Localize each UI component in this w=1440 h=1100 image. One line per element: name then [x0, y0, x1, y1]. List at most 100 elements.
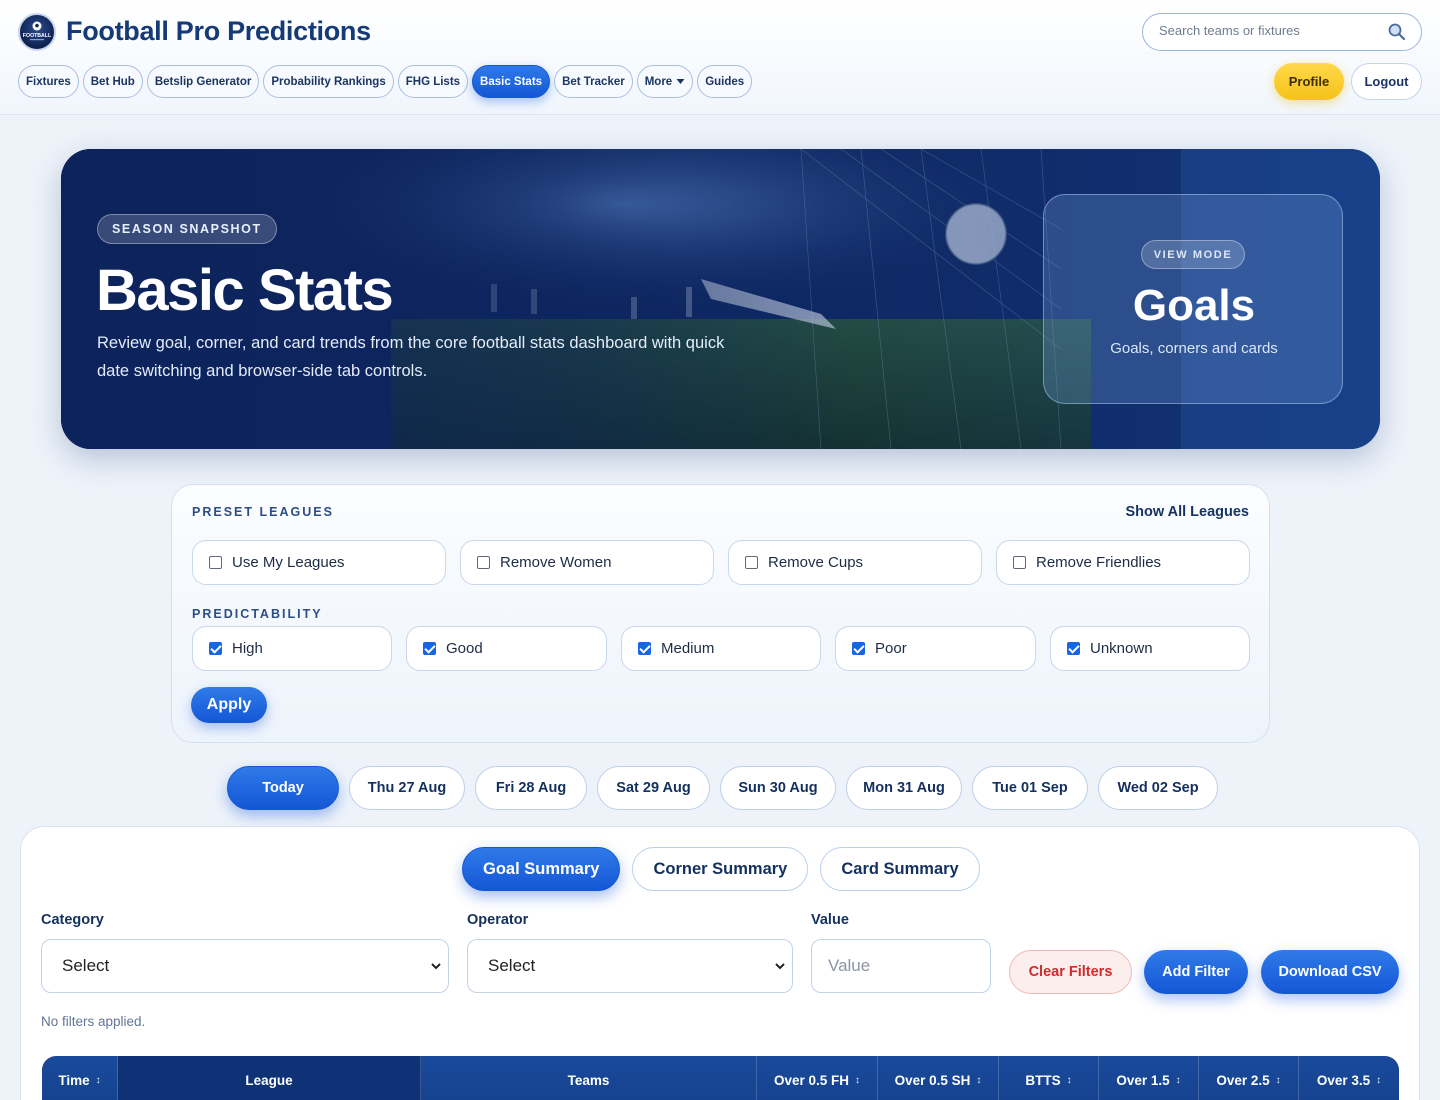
- checkbox-icon[interactable]: [745, 556, 758, 569]
- search-box[interactable]: [1142, 13, 1422, 51]
- tab-card-summary[interactable]: Card Summary: [820, 847, 980, 891]
- column-label: Over 1.5: [1116, 1072, 1170, 1088]
- sort-icon[interactable]: ↕: [976, 1075, 981, 1086]
- checkbox-remove-women[interactable]: Remove Women: [460, 540, 714, 585]
- nav-label: More: [644, 75, 673, 88]
- profile-button[interactable]: Profile: [1274, 63, 1344, 100]
- checkbox-icon[interactable]: [209, 556, 222, 569]
- add-filter-button[interactable]: Add Filter: [1144, 950, 1248, 994]
- chevron-down-icon: [775, 963, 785, 970]
- column-label: Over 0.5 FH: [773, 1072, 850, 1088]
- checkbox-label: Medium: [661, 640, 715, 657]
- nav-betslip-generator[interactable]: Betslip Generator: [146, 65, 260, 98]
- column-header-over-15[interactable]: Over 1.5 ↕: [1099, 1056, 1199, 1100]
- operator-select[interactable]: Select: [467, 939, 793, 993]
- predictability-label: PREDICTABILITY: [192, 607, 323, 621]
- column-header-teams[interactable]: Teams: [421, 1056, 757, 1100]
- checkbox-use-my-leagues[interactable]: Use My Leagues: [192, 540, 446, 585]
- column-label: Over 3.5: [1316, 1072, 1371, 1088]
- checkbox-label: Poor: [875, 640, 907, 657]
- column-header-league[interactable]: League: [118, 1056, 421, 1100]
- column-header-over-25[interactable]: Over 2.5 ↕: [1199, 1056, 1299, 1100]
- brand-title[interactable]: Football Pro Predictions: [66, 16, 371, 47]
- main-nav: Fixtures Bet Hub Betslip Generator Proba…: [18, 65, 753, 98]
- view-mode-chip: VIEW MODE: [1141, 240, 1245, 269]
- nav-label: FHG Lists: [405, 75, 461, 88]
- nav-basic-stats[interactable]: Basic Stats: [472, 65, 551, 98]
- checkbox-checked-icon[interactable]: [209, 642, 222, 655]
- value-input[interactable]: [811, 939, 991, 993]
- svg-text:FOOTBALL: FOOTBALL: [23, 33, 52, 39]
- checkbox-poor[interactable]: Poor: [835, 626, 1036, 671]
- nav-guides[interactable]: Guides: [697, 65, 753, 98]
- nav-label: Guides: [705, 75, 745, 88]
- checkbox-checked-icon[interactable]: [638, 642, 651, 655]
- stats-card: Goal Summary Corner Summary Card Summary…: [20, 826, 1420, 1100]
- league-filter-panel: PRESET LEAGUES Show All Leagues Use My L…: [171, 484, 1270, 743]
- checkbox-unknown[interactable]: Unknown: [1050, 626, 1250, 671]
- checkbox-label: High: [232, 640, 263, 657]
- nav-bet-hub[interactable]: Bet Hub: [82, 65, 143, 98]
- caret-down-icon: [676, 79, 685, 84]
- checkbox-label: Good: [446, 640, 483, 657]
- search-icon[interactable]: [1387, 22, 1407, 42]
- football-logo-icon: FOOTBALL: [23, 21, 52, 41]
- sort-icon[interactable]: ↕: [1067, 1075, 1072, 1086]
- date-tab-mon-31-aug[interactable]: Mon 31 Aug: [846, 766, 962, 810]
- date-tab-today[interactable]: Today: [227, 766, 339, 810]
- date-tab-wed-02-sep[interactable]: Wed 02 Sep: [1098, 766, 1218, 810]
- checkbox-icon[interactable]: [477, 556, 490, 569]
- logout-button[interactable]: Logout: [1351, 63, 1422, 100]
- tab-goal-summary[interactable]: Goal Summary: [462, 847, 621, 891]
- operator-label: Operator: [467, 912, 529, 928]
- sort-icon[interactable]: ↕: [1376, 1075, 1381, 1086]
- sort-icon[interactable]: ↕: [1176, 1075, 1181, 1086]
- download-csv-button[interactable]: Download CSV: [1261, 950, 1399, 994]
- sort-icon[interactable]: ↕: [1276, 1075, 1281, 1086]
- nav-label: Probability Rankings: [271, 75, 386, 88]
- checkbox-checked-icon[interactable]: [423, 642, 436, 655]
- category-select[interactable]: Select: [41, 939, 449, 993]
- date-tab-tue-01-sep[interactable]: Tue 01 Sep: [972, 766, 1088, 810]
- view-mode-card: VIEW MODE Goals Goals, corners and cards: [1043, 194, 1343, 404]
- date-tab-thu-27-aug[interactable]: Thu 27 Aug: [349, 766, 465, 810]
- checkbox-high[interactable]: High: [192, 626, 392, 671]
- column-label: BTTS: [1025, 1072, 1061, 1088]
- checkbox-label: Unknown: [1090, 640, 1153, 657]
- sort-icon[interactable]: ↕: [855, 1075, 860, 1086]
- nav-more-dropdown[interactable]: More: [636, 65, 694, 98]
- column-header-over-05-fh[interactable]: Over 0.5 FH ↕: [757, 1056, 878, 1100]
- column-header-btts[interactable]: BTTS ↕: [999, 1056, 1099, 1100]
- tab-corner-summary[interactable]: Corner Summary: [632, 847, 809, 891]
- preset-leagues-label: PRESET LEAGUES: [192, 505, 334, 519]
- checkbox-label: Remove Women: [500, 554, 612, 571]
- category-select-value: Select: [62, 956, 110, 975]
- clear-filters-button[interactable]: Clear Filters: [1009, 950, 1132, 994]
- checkbox-checked-icon[interactable]: [852, 642, 865, 655]
- apply-button[interactable]: Apply: [191, 687, 267, 723]
- search-input[interactable]: [1159, 23, 1379, 38]
- nav-fixtures[interactable]: Fixtures: [18, 65, 79, 98]
- nav-label: Betslip Generator: [154, 75, 252, 88]
- date-tab-sat-29-aug[interactable]: Sat 29 Aug: [597, 766, 710, 810]
- checkbox-checked-icon[interactable]: [1067, 642, 1080, 655]
- date-tab-fri-28-aug[interactable]: Fri 28 Aug: [475, 766, 587, 810]
- column-header-over-05-sh[interactable]: Over 0.5 SH ↕: [878, 1056, 999, 1100]
- site-logo[interactable]: FOOTBALL: [18, 13, 56, 51]
- date-tab-sun-30-aug[interactable]: Sun 30 Aug: [720, 766, 836, 810]
- nav-probability-rankings[interactable]: Probability Rankings: [263, 65, 394, 98]
- show-all-leagues-link[interactable]: Show All Leagues: [1125, 504, 1249, 520]
- checkbox-label: Remove Cups: [768, 554, 864, 571]
- checkbox-medium[interactable]: Medium: [621, 626, 821, 671]
- checkbox-remove-cups[interactable]: Remove Cups: [728, 540, 982, 585]
- sort-icon[interactable]: ↕: [96, 1075, 101, 1086]
- checkbox-remove-friendlies[interactable]: Remove Friendlies: [996, 540, 1250, 585]
- checkbox-good[interactable]: Good: [406, 626, 607, 671]
- summary-tabs: Goal Summary Corner Summary Card Summary: [462, 847, 980, 891]
- column-header-time[interactable]: Time ↕: [42, 1056, 118, 1100]
- nav-fhg-lists[interactable]: FHG Lists: [397, 65, 469, 98]
- checkbox-icon[interactable]: [1013, 556, 1026, 569]
- column-label: Teams: [567, 1072, 610, 1088]
- nav-bet-tracker[interactable]: Bet Tracker: [554, 65, 633, 98]
- column-header-over-35[interactable]: Over 3.5 ↕: [1299, 1056, 1399, 1100]
